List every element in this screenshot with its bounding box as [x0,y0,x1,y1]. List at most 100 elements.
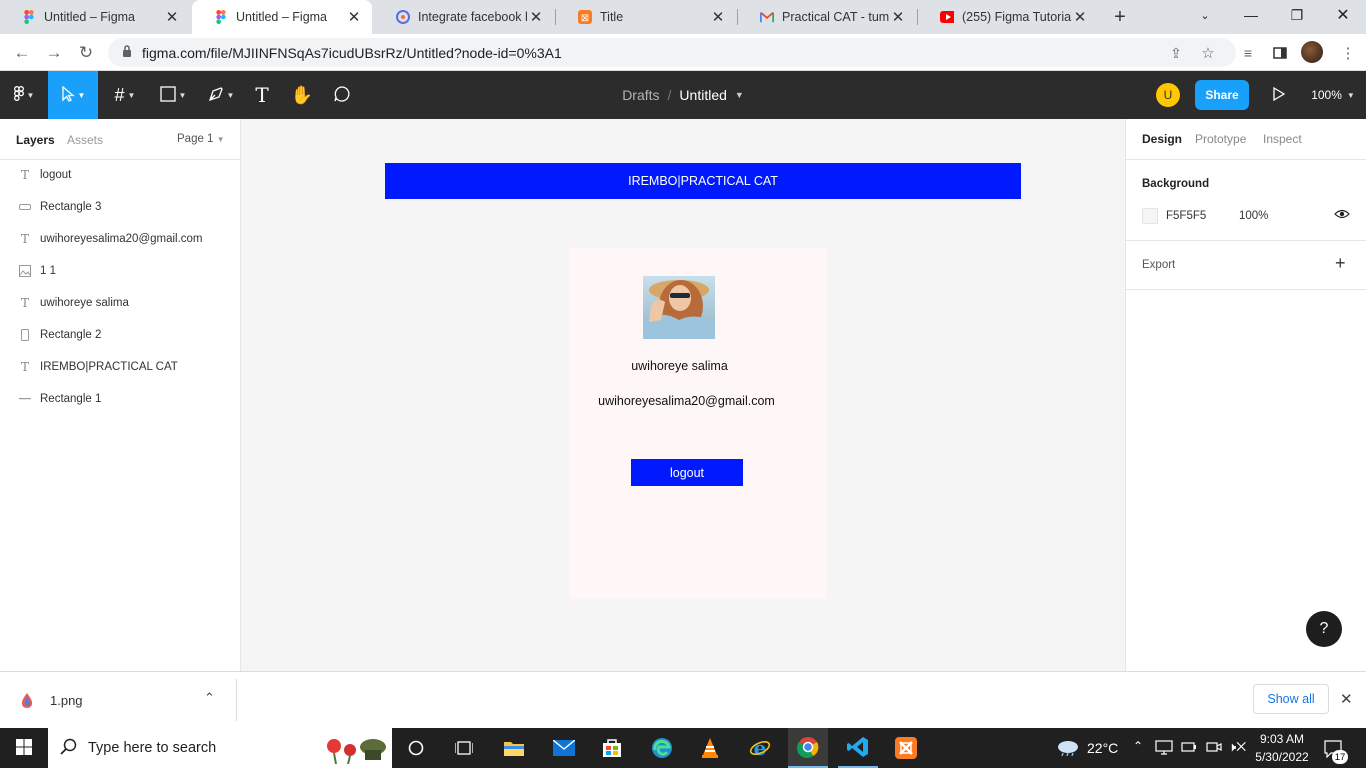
share-page-icon[interactable]: ⇪ [1164,42,1188,64]
layer-row[interactable]: Tuwihoreye salima [0,287,240,319]
close-icon[interactable]: ✕ [164,8,180,26]
layer-row[interactable]: T IREMBO|PRACTICAL CAT [0,351,240,383]
volume-muted-icon[interactable]: 🕨✕ [1228,739,1246,755]
mail-icon[interactable] [544,728,584,768]
internet-explorer-icon[interactable]: e [740,728,780,768]
comment-tool-button[interactable] [328,71,356,119]
profile-email[interactable]: uwihoreyesalima20@gmail.com [569,394,804,408]
layer-row[interactable]: 1 1 [0,255,240,287]
profile-photo[interactable] [643,276,715,339]
cortana-icon[interactable] [396,728,436,768]
close-icon[interactable]: ✕ [346,8,362,26]
tab-search-chevron-icon[interactable]: ⌄ [1182,0,1228,30]
close-icon[interactable]: ✕ [1340,690,1353,708]
network-icon[interactable] [1155,740,1173,759]
taskbar-search-box[interactable]: Type here to search [48,728,392,768]
meet-now-icon[interactable] [1206,740,1222,757]
user-avatar[interactable]: U [1156,83,1180,107]
file-explorer-icon[interactable] [494,728,534,768]
back-button[interactable]: ← [10,42,34,64]
close-icon[interactable]: ✕ [1072,8,1088,26]
tab-assets[interactable]: Assets [67,133,103,147]
battery-icon[interactable] [1181,741,1197,756]
address-input[interactable]: figma.com/file/MJIINFNSqAs7icudUBsrRz/Un… [108,38,1236,67]
move-tool-button[interactable]: ▼ [48,71,98,119]
layer-row[interactable]: Rectangle 1 [0,383,240,415]
tab-prototype[interactable]: Prototype [1195,132,1246,146]
shape-tool-button[interactable]: ▼ [152,71,194,119]
pen-icon [208,86,224,105]
share-button[interactable]: Share [1195,80,1249,110]
vscode-icon[interactable] [838,728,878,768]
frame-tool-button[interactable]: # ▼ [104,71,146,119]
restore-button[interactable]: ❐ [1274,0,1320,30]
breadcrumb-drafts[interactable]: Drafts [622,87,659,103]
flowers-illustration [320,732,390,767]
chevron-up-icon[interactable]: ⌃ [1133,739,1143,753]
layer-row[interactable]: Tuwihoreyesalima20@gmail.com [0,223,240,255]
layer-row[interactable]: Rectangle 2 [0,319,240,351]
text-tool-button[interactable]: T [248,71,276,119]
browser-tab[interactable]: Practical CAT - tumbal ✕ [738,0,916,34]
browser-tab[interactable]: Untitled – Figma ✕ [0,0,190,34]
background-opacity-input[interactable]: 100% [1239,210,1268,222]
present-button[interactable] [1266,71,1292,119]
play-icon [1273,86,1286,104]
profile-card[interactable]: uwihoreye salima uwihoreyesalima20@gmail… [569,248,827,599]
edge-icon[interactable] [642,728,682,768]
forward-button[interactable]: → [42,42,66,64]
logout-button[interactable]: logout [631,459,743,486]
store-icon[interactable] [592,728,632,768]
profile-avatar[interactable] [1301,41,1323,63]
pen-tool-button[interactable]: ▼ [200,71,242,119]
weather-cloud-icon[interactable] [1057,738,1079,759]
media-control-icon[interactable]: ≡ [1236,42,1260,64]
close-icon[interactable]: ✕ [890,8,906,26]
start-button[interactable] [4,728,44,768]
chevron-down-icon[interactable]: ▼ [735,90,744,100]
browser-tab[interactable]: (255) Figma Tutorial: F ✕ [918,0,1098,34]
clock-time[interactable]: 9:03 AM [1254,732,1310,746]
window-close-button[interactable]: ✕ [1320,0,1366,30]
tab-layers[interactable]: Layers [16,133,55,147]
close-icon[interactable]: ✕ [528,8,544,26]
page-selector[interactable]: Page 1 ▼ [177,133,225,145]
browser-menu-icon[interactable]: ⋮ [1336,42,1360,64]
design-canvas[interactable]: IREMBO|PRACTICAL CAT uwihoreye salima uw… [241,119,1125,671]
hand-tool-button[interactable]: ✋ [288,71,316,119]
background-hex-input[interactable]: F5F5F5 [1166,210,1206,222]
chevron-up-icon[interactable]: ⌃ [204,690,215,706]
browser-tab-active[interactable]: Untitled – Figma ✕ [192,0,372,34]
task-view-icon[interactable] [444,728,484,768]
browser-tab[interactable]: ⊠ Title ✕ [556,0,736,34]
tab-design[interactable]: Design [1142,132,1182,146]
background-color-swatch[interactable] [1142,208,1158,224]
side-panel-icon[interactable] [1268,42,1292,64]
layers-panel: Layers Assets Page 1 ▼ Tlogout Rectangle… [0,119,241,671]
header-title: IREMBO|PRACTICAL CAT [628,174,778,188]
tab-inspect[interactable]: Inspect [1263,132,1302,146]
eye-icon[interactable] [1334,207,1350,224]
xampp-icon[interactable] [886,728,926,768]
layer-row[interactable]: Rectangle 3 [0,191,240,223]
add-export-button[interactable]: + [1335,253,1346,274]
bookmark-star-icon[interactable]: ☆ [1196,42,1220,64]
help-button[interactable]: ? [1306,611,1342,647]
new-tab-button[interactable]: + [1108,5,1132,29]
minimize-button[interactable]: — [1228,0,1274,30]
reload-button[interactable]: ↻ [74,42,98,64]
close-icon[interactable]: ✕ [710,8,726,26]
download-filename[interactable]: 1.png [50,693,83,708]
file-name[interactable]: Untitled [679,87,726,103]
header-bar[interactable]: IREMBO|PRACTICAL CAT [385,163,1021,199]
profile-name[interactable]: uwihoreye salima [569,359,790,373]
weather-temperature[interactable]: 22°C [1087,740,1118,756]
chrome-icon[interactable] [788,728,828,768]
browser-tab[interactable]: Integrate facebook lo ✕ [374,0,554,34]
show-all-button[interactable]: Show all [1253,684,1329,714]
vlc-icon[interactable] [690,728,730,768]
main-menu-button[interactable]: ▼ [0,71,48,119]
layer-row[interactable]: Tlogout [0,159,240,191]
clock-date[interactable]: 5/30/2022 [1254,750,1310,764]
zoom-dropdown[interactable]: 100% ▼ [1306,71,1360,119]
